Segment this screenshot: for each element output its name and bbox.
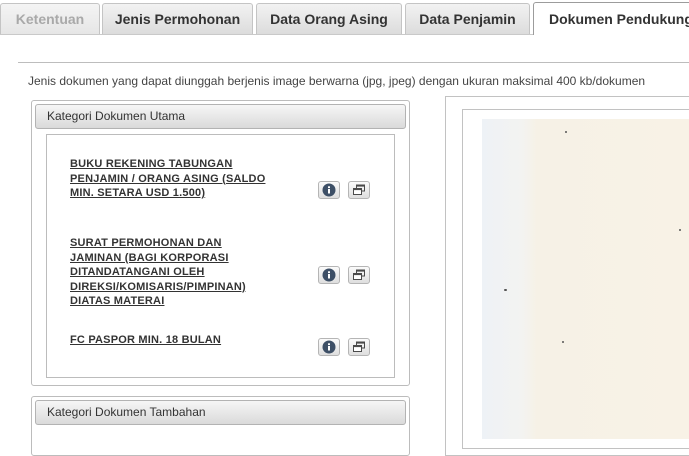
- paper-speck: [565, 131, 567, 133]
- document-open-button[interactable]: [348, 266, 370, 284]
- paper-speck: [562, 341, 564, 343]
- document-link-fc-paspor[interactable]: FC PASPOR MIN. 18 BULAN: [70, 333, 270, 348]
- open-window-icon: [353, 269, 365, 280]
- document-preview-image: [482, 119, 689, 439]
- document-list: BUKU REKENING TABUNGAN PENJAMIN / ORANG …: [46, 134, 395, 378]
- info-icon: [322, 340, 336, 354]
- tab-data-orang-asing[interactable]: Data Orang Asing: [256, 3, 402, 34]
- upload-info-text: Jenis dokumen yang dapat diunggah berjen…: [28, 74, 646, 88]
- info-icon: [322, 268, 336, 282]
- tab-data-penjamin[interactable]: Data Penjamin: [405, 3, 530, 34]
- document-preview-panel: [445, 96, 689, 456]
- main-document-category-panel: Kategori Dokumen Utama BUKU REKENING TAB…: [31, 100, 410, 386]
- additional-document-category-panel: Kategori Dokumen Tambahan: [31, 396, 410, 456]
- additional-category-header[interactable]: Kategori Dokumen Tambahan: [35, 400, 406, 425]
- document-info-button[interactable]: [318, 338, 340, 356]
- document-open-button[interactable]: [348, 338, 370, 356]
- document-preview-frame: [462, 109, 689, 449]
- paper-speck: [679, 229, 681, 231]
- open-window-icon: [353, 184, 365, 195]
- tab-jenis-permohonan[interactable]: Jenis Permohonan: [102, 3, 253, 34]
- open-window-icon: [353, 341, 365, 352]
- content-separator: [18, 62, 689, 63]
- tab-bar: Ketentuan Jenis Permohonan Data Orang As…: [0, 0, 689, 36]
- tab-ketentuan[interactable]: Ketentuan: [0, 3, 100, 34]
- tab-dokumen-pendukung[interactable]: Dokumen Pendukung: [533, 2, 689, 35]
- paper-speck: [504, 289, 507, 291]
- info-icon: [322, 183, 336, 197]
- document-link-buku-rekening[interactable]: BUKU REKENING TABUNGAN PENJAMIN / ORANG …: [70, 157, 270, 201]
- document-open-button[interactable]: [348, 181, 370, 199]
- main-category-header[interactable]: Kategori Dokumen Utama: [35, 104, 406, 129]
- document-link-surat-permohonan[interactable]: SURAT PERMOHONAN DAN JAMINAN (BAGI KORPO…: [70, 236, 270, 309]
- document-info-button[interactable]: [318, 266, 340, 284]
- document-info-button[interactable]: [318, 181, 340, 199]
